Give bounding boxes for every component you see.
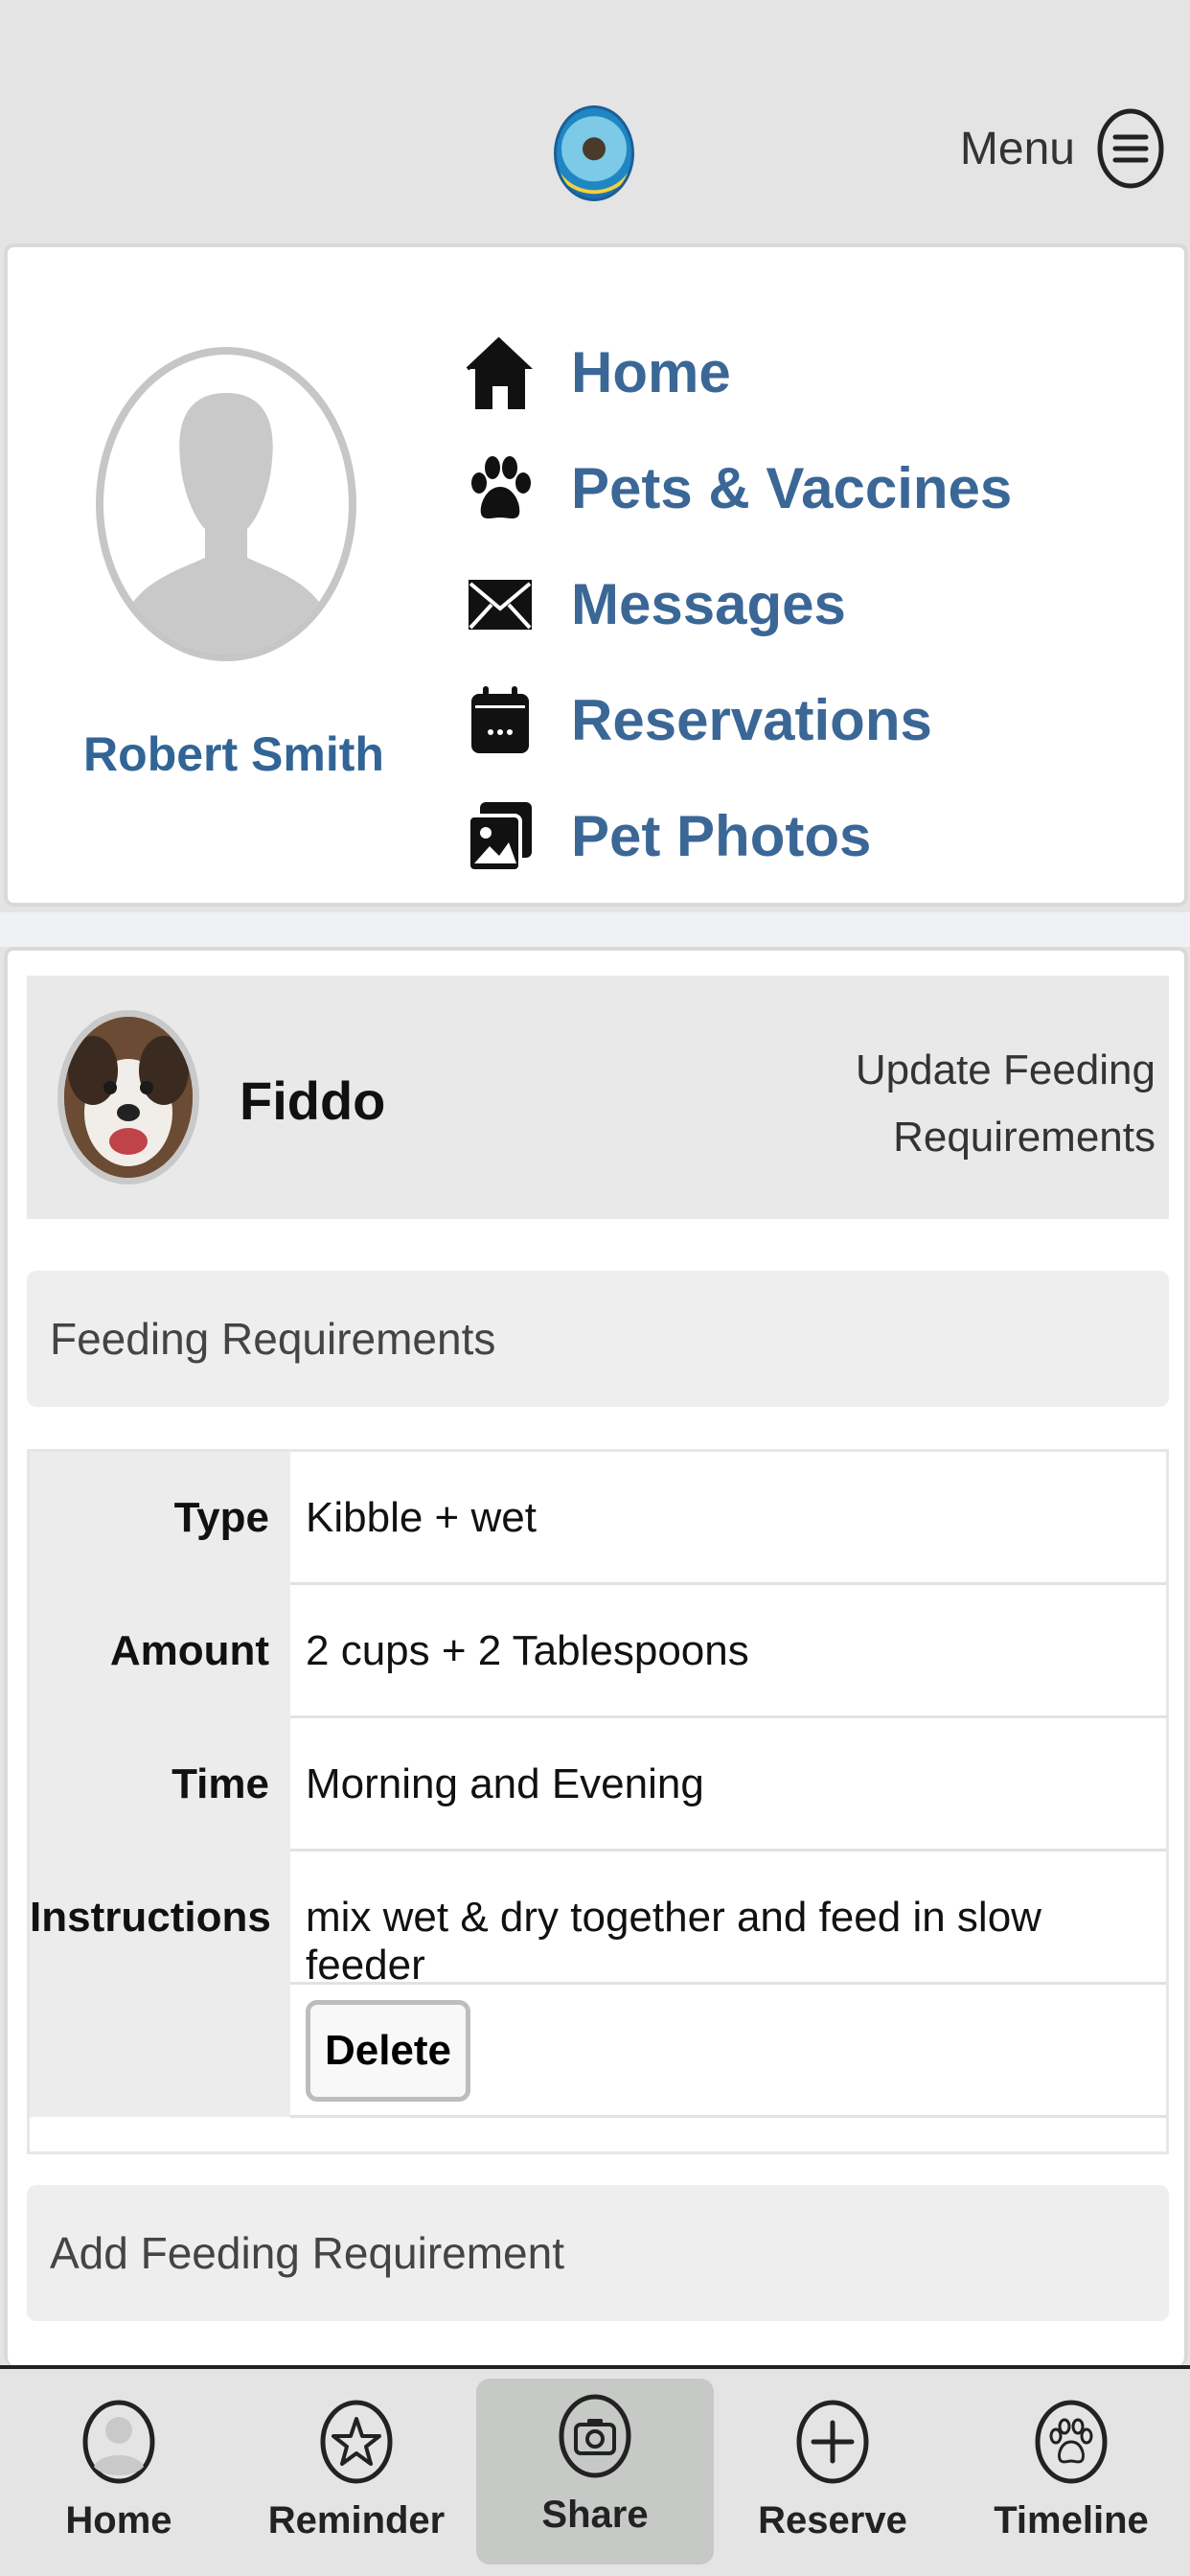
user-avatar[interactable] xyxy=(96,347,356,661)
row-label: Type xyxy=(173,1494,269,1541)
menu-icon[interactable] xyxy=(1096,107,1165,190)
feeding-requirements-header[interactable]: Feeding Requirements xyxy=(27,1271,1169,1407)
nav-label: Reservations xyxy=(571,688,932,752)
profile-nav: Home Pets & Vaccines Messages Reservatio… xyxy=(462,314,1012,894)
pet-name: Fiddo xyxy=(240,1070,386,1131)
app-logo[interactable] xyxy=(554,105,634,201)
row-value: mix wet & dry together and feed in slow … xyxy=(306,1894,1041,1989)
person-circle-icon xyxy=(82,2400,155,2484)
plus-circle-icon xyxy=(796,2400,869,2484)
row-label: Instructions xyxy=(30,1894,271,1941)
row-value: Kibble + wet xyxy=(306,1494,537,1541)
row-label: Amount xyxy=(109,1627,269,1674)
envelope-icon xyxy=(462,566,538,643)
nav-item-pets-vaccines[interactable]: Pets & Vaccines xyxy=(462,430,1012,546)
nav-label: Messages xyxy=(571,572,846,636)
tab-label: Timeline xyxy=(994,2499,1149,2542)
user-name[interactable]: Robert Smith xyxy=(36,726,431,782)
feeding-card: Fiddo Update Feeding Requirements Feedin… xyxy=(4,947,1188,2365)
tab-label: Reminder xyxy=(267,2499,446,2542)
pet-photo[interactable] xyxy=(57,1010,199,1184)
tab-label: Home xyxy=(65,2499,172,2542)
table-row: Type Kibble + wet xyxy=(30,1452,1166,1585)
table-row: Amount 2 cups + 2 Tablespoons xyxy=(30,1585,1166,1718)
nav-item-home[interactable]: Home xyxy=(462,314,1012,430)
table-row: Delete xyxy=(30,1985,1166,2118)
tab-share[interactable]: Share xyxy=(476,2369,714,2576)
row-value: 2 cups + 2 Tablespoons xyxy=(306,1627,749,1674)
delete-button[interactable]: Delete xyxy=(306,2000,470,2102)
tab-timeline[interactable]: Timeline xyxy=(952,2369,1190,2576)
menu-label[interactable]: Menu xyxy=(960,123,1075,175)
photos-icon xyxy=(462,798,538,875)
nav-label: Pets & Vaccines xyxy=(571,456,1013,520)
row-label: Time xyxy=(172,1760,269,1807)
table-row: Instructions mix wet & dry together and … xyxy=(30,1852,1166,1989)
feeding-requirements-table: Type Kibble + wet Amount 2 cups + 2 Tabl… xyxy=(27,1449,1169,2154)
camera-circle-icon xyxy=(559,2394,631,2478)
tab-label: Reserve xyxy=(758,2499,907,2542)
row-value: Morning and Evening xyxy=(306,1760,704,1807)
table-row: Time Morning and Evening xyxy=(30,1718,1166,1852)
paw-circle-icon xyxy=(1035,2400,1108,2484)
tab-home[interactable]: Home xyxy=(0,2369,238,2576)
nav-label: Home xyxy=(571,340,731,404)
add-feeding-requirement-button[interactable]: Add Feeding Requirement xyxy=(27,2185,1169,2321)
star-circle-icon xyxy=(320,2400,393,2484)
nav-item-messages[interactable]: Messages xyxy=(462,546,1012,662)
pet-header: Fiddo Update Feeding Requirements xyxy=(27,976,1169,1219)
nav-item-reservations[interactable]: Reservations xyxy=(462,662,1012,778)
row-divider xyxy=(290,2115,1166,2118)
app-header: Menu xyxy=(0,0,1190,234)
profile-card: Robert Smith Home Pets & Vaccines Messag… xyxy=(4,243,1188,907)
section-divider xyxy=(0,912,1190,947)
calendar-icon xyxy=(462,682,538,759)
nav-label: Pet Photos xyxy=(571,804,872,868)
person-silhouette-icon xyxy=(126,393,326,654)
tab-label: Share xyxy=(541,2494,649,2536)
bottom-nav: Home Reminder Share Reserve Timeline xyxy=(0,2365,1190,2576)
tab-reminder[interactable]: Reminder xyxy=(238,2369,475,2576)
house-icon xyxy=(462,334,538,411)
nav-item-pet-photos[interactable]: Pet Photos xyxy=(462,778,1012,894)
paw-icon xyxy=(462,450,538,527)
update-feeding-link[interactable]: Update Feeding Requirements xyxy=(811,1037,1156,1171)
tab-reserve[interactable]: Reserve xyxy=(714,2369,951,2576)
